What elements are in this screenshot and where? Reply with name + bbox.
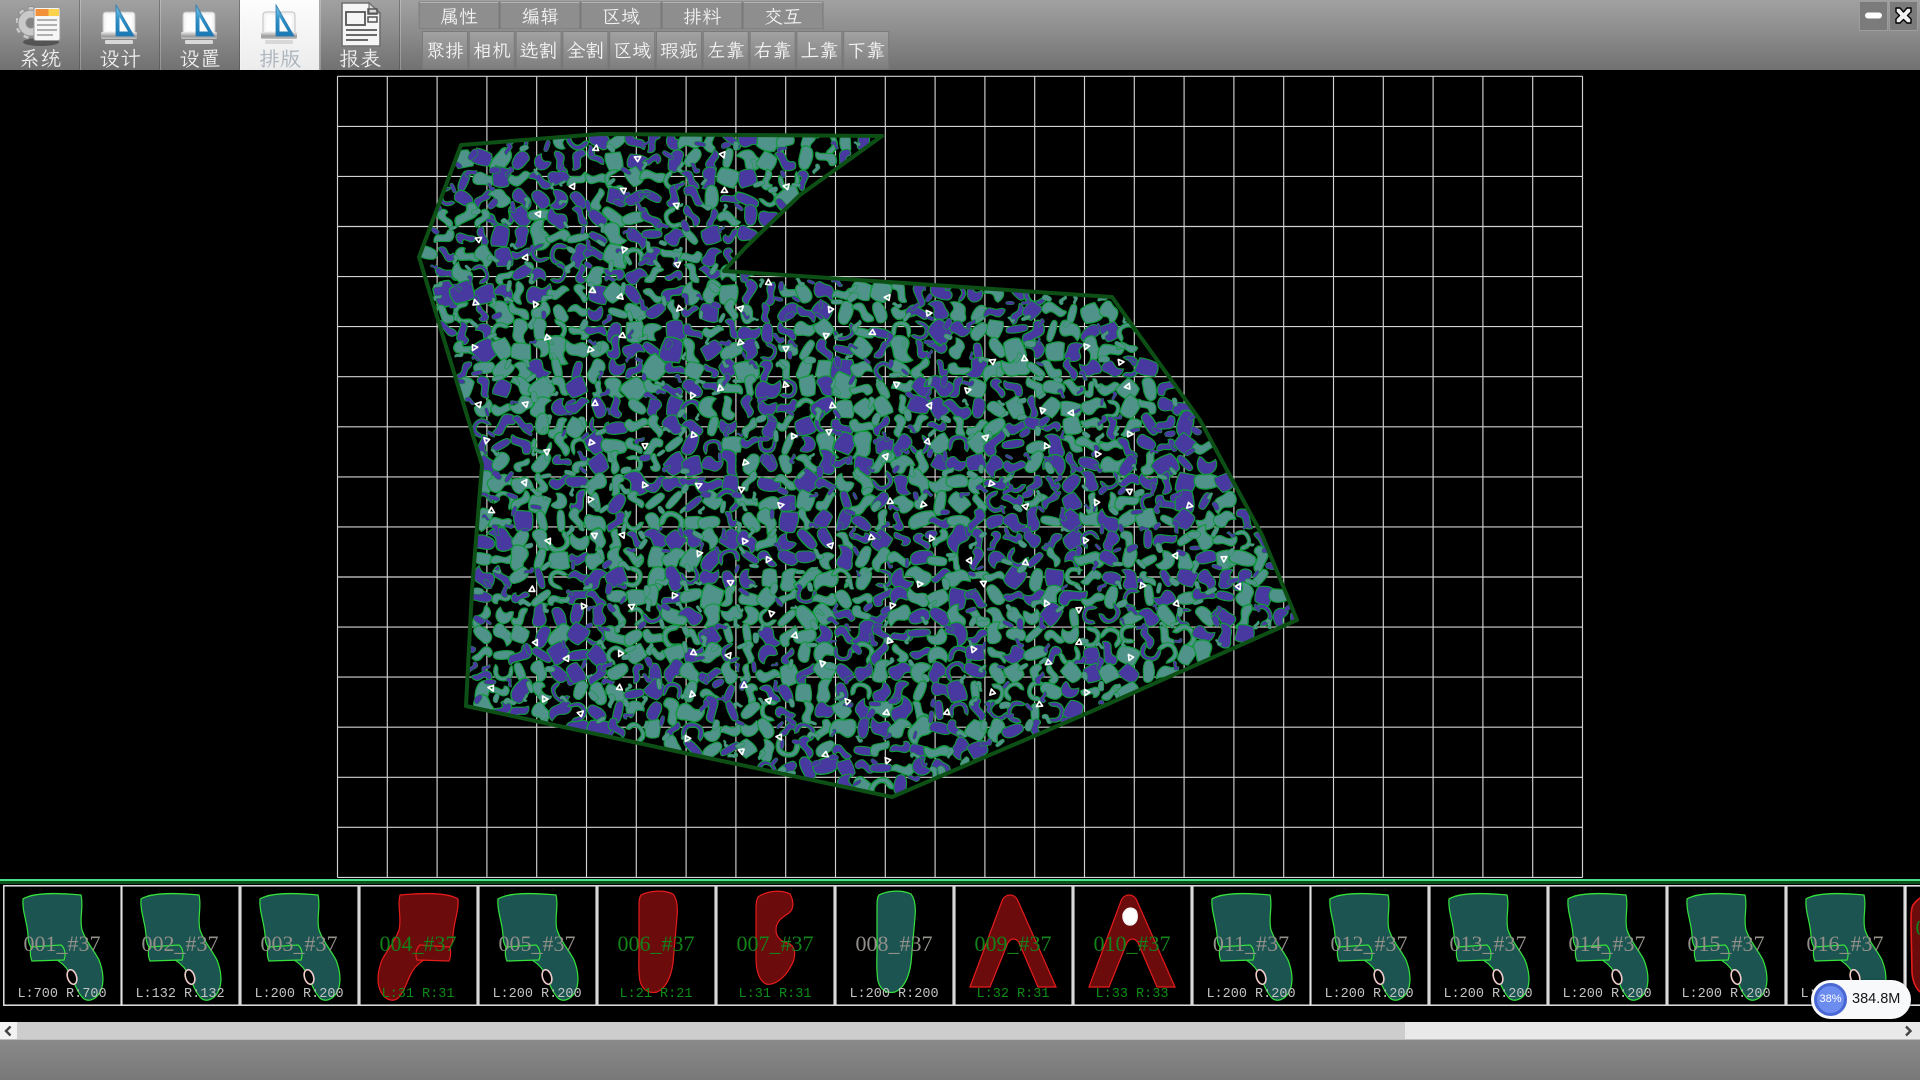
- svg-text:L:200 R:200: L:200 R:200: [1563, 987, 1652, 1002]
- svg-text:001_#37: 001_#37: [23, 931, 100, 956]
- svg-text:L:31 R:31: L:31 R:31: [738, 987, 811, 1002]
- svg-text:012_#37: 012_#37: [1331, 931, 1408, 956]
- svg-text:L:33 R:33: L:33 R:33: [1095, 987, 1168, 1002]
- svg-text:L:200 R:200: L:200 R:200: [1206, 987, 1295, 1002]
- svg-text:0: 0: [1915, 915, 1920, 940]
- svg-text:015_#37: 015_#37: [1688, 931, 1765, 956]
- svg-text:L:21 R:21: L:21 R:21: [620, 987, 693, 1002]
- svg-text:002_#37: 002_#37: [142, 931, 219, 956]
- svg-text:016_#37: 016_#37: [1807, 931, 1884, 956]
- svg-text:L:32 R:31: L:32 R:31: [976, 987, 1049, 1002]
- svg-text:004_#37: 004_#37: [380, 931, 457, 956]
- svg-text:L:200 R:200: L:200 R:200: [493, 987, 582, 1002]
- svg-text:L:200 R:200: L:200 R:200: [1444, 987, 1533, 1002]
- svg-text:007_#37: 007_#37: [736, 931, 813, 956]
- svg-text:L:132 R:132: L:132 R:132: [136, 987, 225, 1002]
- svg-text:005_#37: 005_#37: [499, 931, 576, 956]
- svg-text:010_#37: 010_#37: [1093, 931, 1170, 956]
- svg-text:L:700 R:700: L:700 R:700: [17, 987, 106, 1002]
- svg-text:L:200 R:200: L:200 R:200: [1325, 987, 1414, 1002]
- svg-text:013_#37: 013_#37: [1450, 931, 1527, 956]
- svg-text:008_#37: 008_#37: [855, 931, 932, 956]
- svg-text:L:200 R:200: L:200 R:200: [849, 987, 938, 1002]
- svg-text:011_#37: 011_#37: [1212, 931, 1288, 956]
- svg-text:009_#37: 009_#37: [974, 931, 1051, 956]
- svg-text:L:200 R:200: L:200 R:200: [1682, 987, 1771, 1002]
- svg-text:006_#37: 006_#37: [618, 931, 695, 956]
- svg-text:014_#37: 014_#37: [1569, 931, 1646, 956]
- svg-text:L:31 R:31: L:31 R:31: [382, 987, 455, 1002]
- svg-text:003_#37: 003_#37: [261, 931, 338, 956]
- svg-text:L:200 R:200: L:200 R:200: [255, 987, 344, 1002]
